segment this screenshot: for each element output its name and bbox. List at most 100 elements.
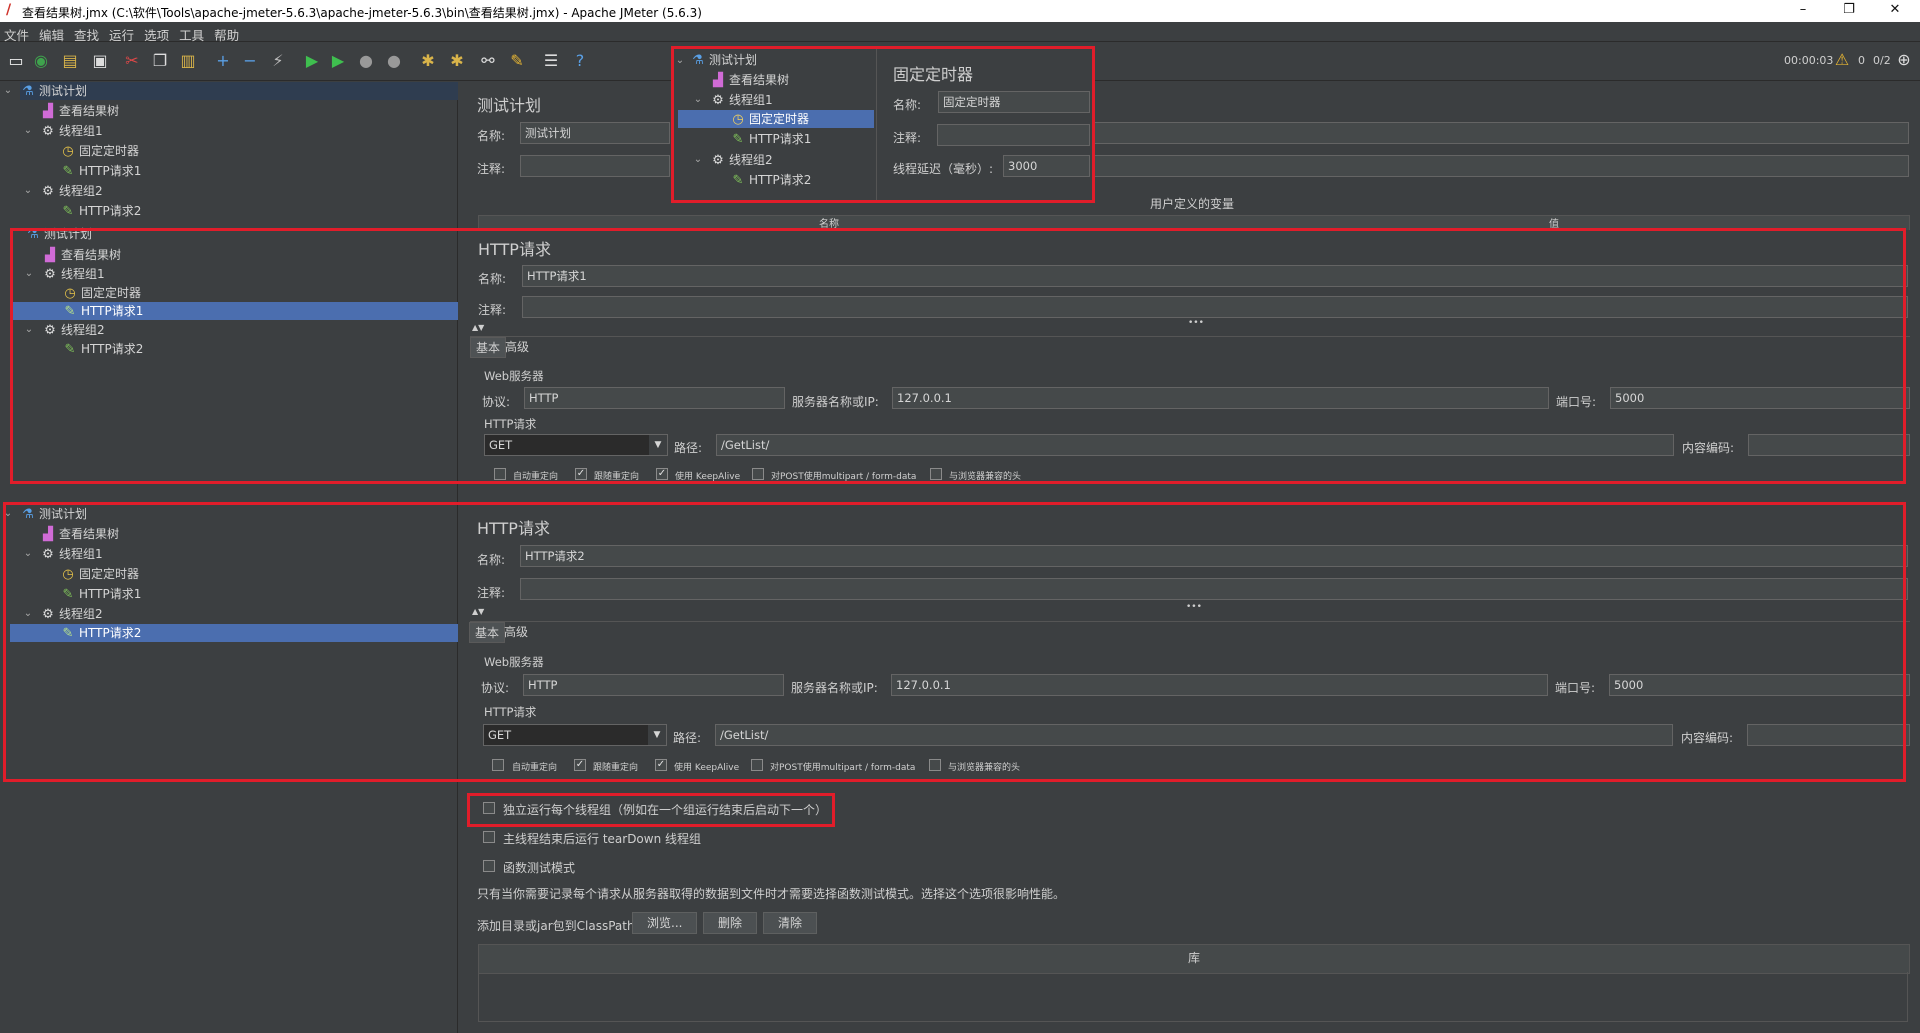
delete-button[interactable]: 删除 bbox=[703, 912, 758, 934]
http2-redirect-checkbox[interactable] bbox=[492, 759, 504, 771]
open-icon[interactable]: ▤ bbox=[60, 51, 80, 71]
test-plan-comment-input-ext[interactable] bbox=[1093, 155, 1909, 177]
tree-toggle[interactable]: ⌄ bbox=[23, 185, 33, 196]
remote-icon[interactable]: ⊕ bbox=[1894, 50, 1914, 70]
http1-encoding-input[interactable] bbox=[1748, 434, 1910, 456]
tree-toggle[interactable]: ⌄ bbox=[23, 125, 33, 136]
tree-toggle[interactable]: ⌄ bbox=[693, 154, 703, 165]
http2-path-input[interactable]: /GetList/ bbox=[715, 724, 1673, 746]
tree-node-http-1-selected[interactable]: ✎ HTTP请求1 bbox=[12, 302, 458, 320]
start-no-pause-icon[interactable]: ▶ bbox=[328, 51, 348, 71]
tree-node-thread-group-2[interactable]: ⚙ 线程组2 bbox=[40, 605, 102, 623]
http2-server-input[interactable]: 127.0.0.1 bbox=[891, 674, 1548, 696]
timer-delay-input[interactable]: 3000 bbox=[1003, 155, 1090, 177]
http1-protocol-input[interactable]: HTTP bbox=[524, 387, 785, 409]
reset-search-icon[interactable]: ✎ bbox=[507, 51, 527, 71]
tree-toggle[interactable]: ⌄ bbox=[24, 324, 34, 335]
copy-icon[interactable]: ❐ bbox=[150, 51, 170, 71]
tree-node-test-plan[interactable]: ⚗ 测试计划 bbox=[20, 82, 458, 100]
tree-toggle[interactable]: ⌄ bbox=[3, 508, 13, 519]
tree-node-http-2[interactable]: ✎ HTTP请求2 bbox=[60, 202, 142, 220]
http1-keepalive-checkbox[interactable]: ✓ bbox=[656, 468, 668, 480]
http2-protocol-input[interactable]: HTTP bbox=[523, 674, 784, 696]
new-icon[interactable]: ▭ bbox=[6, 51, 26, 71]
timer-comment-input[interactable] bbox=[937, 124, 1090, 146]
test-plan-comment-input[interactable] bbox=[520, 155, 670, 177]
tree-toggle[interactable]: ⌄ bbox=[3, 85, 13, 96]
timer-name-input[interactable]: 固定定时器 bbox=[938, 91, 1090, 113]
menu-edit[interactable]: 编辑 bbox=[35, 22, 70, 44]
paste-icon[interactable]: ▥ bbox=[178, 51, 198, 71]
tree-node-results-tree[interactable]: ▟ 查看结果树 bbox=[710, 71, 789, 89]
splitter-arrows[interactable]: ▲▼ bbox=[472, 323, 484, 332]
http2-method-select[interactable]: GET ▼ bbox=[483, 724, 667, 746]
tree-toggle[interactable]: ⌄ bbox=[23, 608, 33, 619]
tree-node-results-tree[interactable]: ▟ 查看结果树 bbox=[42, 246, 121, 264]
splitter-handle[interactable]: ••• bbox=[1186, 602, 1202, 612]
http2-comment-input[interactable] bbox=[520, 578, 1908, 600]
collapse-icon[interactable]: − bbox=[240, 51, 260, 71]
http1-path-input[interactable]: /GetList/ bbox=[716, 434, 1674, 456]
http1-redirect-checkbox[interactable] bbox=[494, 468, 506, 480]
http2-follow-checkbox[interactable]: ✓ bbox=[574, 759, 586, 771]
tree-node-test-plan[interactable]: ⚗ 测试计划 bbox=[20, 505, 87, 523]
maximize-button[interactable]: ❐ bbox=[1826, 0, 1872, 22]
chevron-down-icon[interactable]: ▼ bbox=[648, 725, 666, 745]
teardown-checkbox[interactable] bbox=[483, 831, 495, 843]
cut-icon[interactable]: ✂ bbox=[122, 51, 142, 71]
functional-mode-checkbox[interactable] bbox=[483, 860, 495, 872]
menu-options[interactable]: 选项 bbox=[140, 22, 175, 44]
search-icon[interactable]: ⚯ bbox=[478, 51, 498, 71]
start-icon[interactable]: ▶ bbox=[302, 51, 322, 71]
http1-server-input[interactable]: 127.0.0.1 bbox=[892, 387, 1549, 409]
http1-tab-advanced[interactable]: 高级 bbox=[500, 337, 534, 356]
test-plan-name-input-ext[interactable] bbox=[1093, 122, 1909, 144]
chevron-down-icon[interactable]: ▼ bbox=[649, 435, 667, 455]
tree-node-thread-group-1[interactable]: ⚙ 线程组1 bbox=[40, 122, 102, 140]
tree-toggle[interactable]: ⌄ bbox=[693, 94, 703, 105]
http1-browser-checkbox[interactable] bbox=[930, 468, 942, 480]
tree-node-results-tree[interactable]: ▟ 查看结果树 bbox=[40, 102, 119, 120]
http2-multipart-checkbox[interactable] bbox=[751, 759, 763, 771]
tree-node-http-1[interactable]: ✎ HTTP请求1 bbox=[60, 162, 142, 180]
expand-icon[interactable]: + bbox=[213, 51, 233, 71]
http2-tab-advanced[interactable]: 高级 bbox=[499, 622, 533, 641]
clear-icon[interactable]: ✱ bbox=[418, 51, 438, 71]
http2-port-input[interactable]: 5000 bbox=[1609, 674, 1910, 696]
tree-node-timer[interactable]: ◷ 固定定时器 bbox=[62, 284, 141, 302]
shutdown-icon[interactable]: ● bbox=[384, 51, 404, 71]
menu-tools[interactable]: 工具 bbox=[175, 22, 210, 44]
http1-method-select[interactable]: GET ▼ bbox=[484, 434, 668, 456]
tree-node-thread-group-2[interactable]: ⚙ 线程组2 bbox=[710, 151, 772, 169]
tree-node-timer-selected[interactable]: ◷ 固定定时器 bbox=[678, 110, 874, 128]
save-icon[interactable]: ▣ bbox=[90, 51, 110, 71]
http1-multipart-checkbox[interactable] bbox=[752, 468, 764, 480]
tree-toggle[interactable]: ⌄ bbox=[24, 268, 34, 279]
test-plan-name-input[interactable]: 测试计划 bbox=[520, 122, 670, 144]
http1-follow-checkbox[interactable]: ✓ bbox=[575, 468, 587, 480]
tree-node-test-plan[interactable]: ⚗ 测试计划 bbox=[25, 227, 92, 242]
splitter-handle[interactable]: ••• bbox=[1188, 318, 1204, 328]
library-table[interactable] bbox=[478, 972, 1908, 1022]
minimize-button[interactable]: – bbox=[1780, 0, 1826, 22]
tree-node-thread-group-1[interactable]: ⚙ 线程组1 bbox=[42, 265, 104, 283]
tree-node-http-2[interactable]: ✎ HTTP请求2 bbox=[62, 340, 144, 358]
tree-node-test-plan[interactable]: ⚗ 测试计划 bbox=[690, 51, 757, 69]
tree-node-http-1[interactable]: ✎ HTTP请求1 bbox=[60, 585, 142, 603]
menu-help[interactable]: 帮助 bbox=[210, 22, 245, 44]
splitter-arrows[interactable]: ▲▼ bbox=[472, 607, 484, 616]
independent-thread-groups-checkbox[interactable] bbox=[483, 802, 495, 814]
function-helper-icon[interactable]: ☰ bbox=[541, 51, 561, 71]
http1-name-input[interactable]: HTTP请求1 bbox=[522, 265, 1908, 287]
tree-toggle[interactable]: ⌄ bbox=[675, 55, 685, 66]
menu-file[interactable]: 文件 bbox=[0, 22, 35, 44]
tree-node-http-1[interactable]: ✎ HTTP请求1 bbox=[730, 130, 812, 148]
tree-toggle[interactable]: ⌄ bbox=[23, 548, 33, 559]
http2-browser-checkbox[interactable] bbox=[929, 759, 941, 771]
http1-port-input[interactable]: 5000 bbox=[1610, 387, 1910, 409]
tree-node-thread-group-1[interactable]: ⚙ 线程组1 bbox=[40, 545, 102, 563]
warning-icon[interactable]: ⚠ bbox=[1832, 50, 1852, 70]
toggle-icon[interactable]: ⚡ bbox=[268, 51, 288, 71]
templates-icon[interactable]: ◉ bbox=[31, 51, 51, 71]
close-button[interactable]: ✕ bbox=[1872, 0, 1918, 22]
